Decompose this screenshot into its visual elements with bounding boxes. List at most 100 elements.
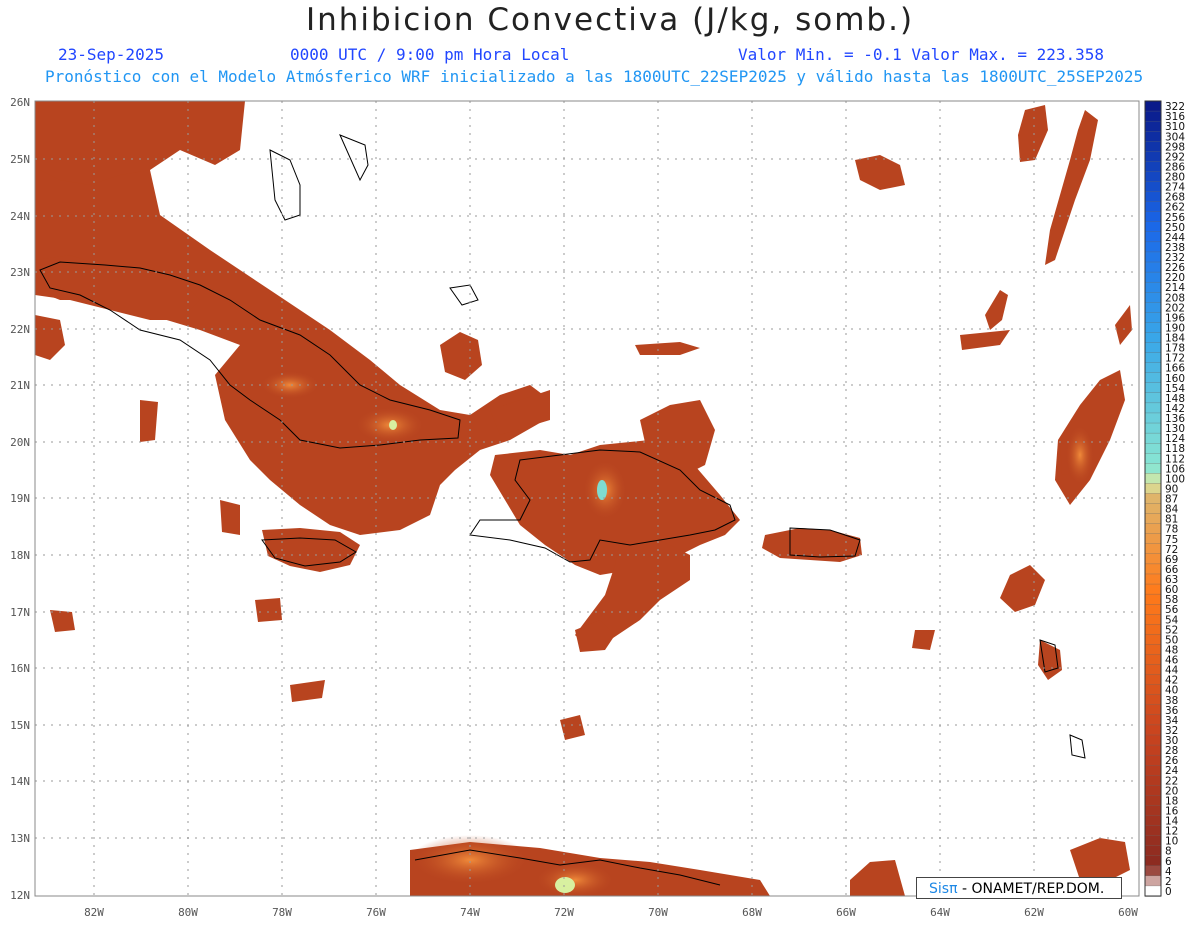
- colorbar-swatch: [1144, 785, 1162, 797]
- colorbar-swatch: [1144, 402, 1162, 414]
- colorbar-swatch: [1144, 201, 1162, 213]
- colorbar-swatch: [1144, 251, 1162, 263]
- grid: [35, 101, 1139, 896]
- colorbar-swatch: [1144, 362, 1162, 374]
- colorbar-swatch: [1144, 120, 1162, 132]
- lon-label: 62W: [1024, 906, 1044, 919]
- colorbar-swatch: [1144, 281, 1162, 293]
- cin-map: 26N 25N 24N 23N 22N 21N 20N 19N 18N 17N …: [10, 96, 1185, 919]
- colorbar-swatch: [1144, 141, 1162, 152]
- colorbar-swatch: [1144, 392, 1162, 404]
- colorbar-swatch: [1144, 563, 1162, 575]
- credit-box: Sisπ - ONAMET/REP.DOM.: [916, 877, 1122, 899]
- credit-text: - ONAMET/REP.DOM.: [957, 881, 1105, 897]
- colorbar-swatch: [1144, 734, 1162, 746]
- lon-label: 72W: [554, 906, 574, 919]
- lon-label: 76W: [366, 906, 386, 919]
- colorbar-swatch: [1144, 463, 1162, 474]
- lat-label: 20N: [10, 436, 30, 449]
- colorbar-swatch: [1144, 443, 1162, 454]
- colorbar-swatch: [1144, 694, 1162, 706]
- colorbar-swatch: [1144, 795, 1162, 807]
- colorbar-swatch: [1144, 503, 1162, 515]
- lat-label: 25N: [10, 153, 30, 166]
- colorbar-swatch: [1144, 322, 1162, 334]
- colorbar-swatch: [1144, 533, 1162, 545]
- lat-label: 13N: [10, 832, 30, 845]
- lon-label: 78W: [272, 906, 292, 919]
- colorbar-swatch: [1144, 110, 1162, 122]
- colorbar-swatch: [1144, 714, 1162, 726]
- lat-label: 21N: [10, 379, 30, 392]
- colorbar-swatch: [1144, 855, 1162, 867]
- colorbar-swatch: [1144, 644, 1162, 656]
- lat-label: 15N: [10, 719, 30, 732]
- colorbar-swatch: [1144, 382, 1162, 394]
- colorbar-swatch: [1144, 573, 1162, 585]
- lon-label: 68W: [742, 906, 762, 919]
- colorbar-swatch: [1144, 171, 1162, 183]
- colorbar-swatch: [1144, 161, 1162, 173]
- colorbar-swatch: [1144, 744, 1162, 756]
- lat-label: 16N: [10, 662, 30, 675]
- colorbar-swatch: [1144, 181, 1162, 193]
- lat-label: 22N: [10, 323, 30, 336]
- lat-label: 19N: [10, 492, 30, 505]
- colorbar-swatch: [1144, 211, 1162, 223]
- colorbar-swatch: [1144, 191, 1162, 203]
- colorbar-swatch: [1144, 614, 1162, 625]
- colorbar-swatch: [1144, 412, 1162, 424]
- colorbar-swatch: [1144, 261, 1162, 273]
- latitude-labels: 26N 25N 24N 23N 22N 21N 20N 19N 18N 17N …: [10, 96, 30, 902]
- cin-shading: [35, 101, 1132, 896]
- colorbar-swatch: [1144, 352, 1162, 364]
- colorbar-swatch: [1144, 100, 1162, 112]
- colorbar-swatch: [1144, 342, 1162, 354]
- lon-label: 66W: [836, 906, 856, 919]
- colorbar-swatch: [1144, 553, 1162, 565]
- colorbar-swatch: [1144, 241, 1162, 253]
- lon-label: 60W: [1118, 906, 1138, 919]
- colorbar-swatch: [1144, 885, 1162, 897]
- colorbar: 3223163103042982922862802742682622562502…: [1144, 100, 1185, 898]
- colorbar-swatch: [1144, 654, 1162, 666]
- colorbar-swatch: [1144, 312, 1162, 324]
- colorbar-swatch: [1144, 825, 1162, 837]
- lat-label: 14N: [10, 775, 30, 788]
- colorbar-swatch: [1144, 422, 1162, 434]
- lon-label: 70W: [648, 906, 668, 919]
- colorbar-swatch: [1144, 815, 1162, 827]
- colorbar-swatch: [1144, 634, 1162, 646]
- colorbar-swatch: [1144, 523, 1162, 535]
- lat-label: 23N: [10, 266, 30, 279]
- colorbar-swatch: [1144, 664, 1162, 676]
- lon-label: 80W: [178, 906, 198, 919]
- colorbar-swatch: [1144, 604, 1162, 615]
- colorbar-swatch: [1144, 432, 1162, 444]
- colorbar-swatch: [1144, 624, 1162, 636]
- lon-label: 64W: [930, 906, 950, 919]
- colorbar-label: 0: [1165, 886, 1172, 898]
- colorbar-swatch: [1144, 493, 1162, 505]
- colorbar-swatch: [1144, 332, 1162, 344]
- lat-label: 26N: [10, 96, 30, 109]
- colorbar-swatch: [1144, 583, 1162, 595]
- colorbar-swatch: [1144, 724, 1162, 736]
- lat-label: 12N: [10, 889, 30, 902]
- colorbar-swatch: [1144, 593, 1162, 605]
- colorbar-swatch: [1144, 372, 1162, 384]
- colorbar-swatch: [1144, 845, 1162, 857]
- colorbar-swatch: [1144, 231, 1162, 243]
- colorbar-swatch: [1144, 754, 1162, 766]
- lat-label: 18N: [10, 549, 30, 562]
- colorbar-swatch: [1144, 292, 1162, 303]
- colorbar-swatch: [1144, 835, 1162, 847]
- sispi-logo: Sisπ: [929, 881, 958, 897]
- colorbar-swatch: [1144, 865, 1162, 877]
- colorbar-swatch: [1144, 473, 1162, 485]
- colorbar-swatch: [1144, 151, 1162, 163]
- colorbar-swatch: [1144, 271, 1162, 283]
- lat-label: 17N: [10, 606, 30, 619]
- lat-label: 24N: [10, 210, 30, 223]
- lon-label: 82W: [84, 906, 104, 919]
